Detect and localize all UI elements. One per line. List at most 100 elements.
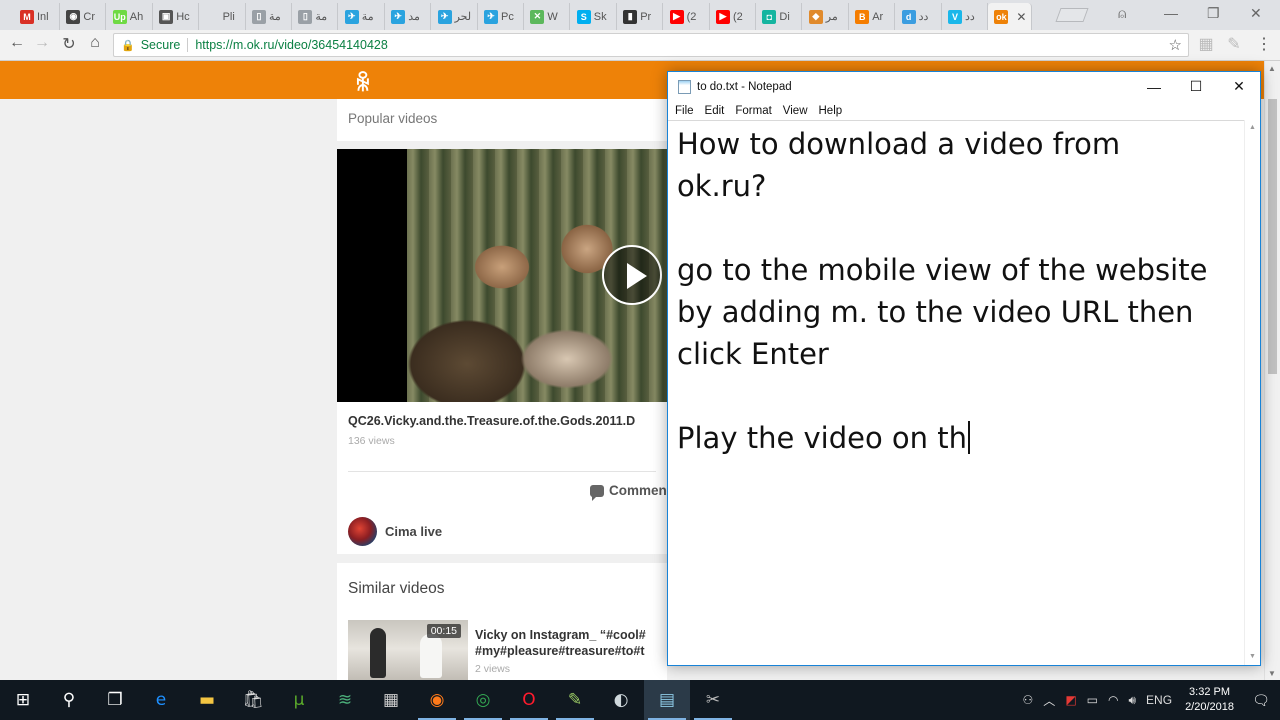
browser-tab[interactable]: ✈ لحر	[432, 3, 478, 30]
taskbar-media-app[interactable]: ◐	[598, 680, 644, 720]
back-arrow-icon[interactable]: ←	[7, 34, 27, 52]
browser-tab[interactable]: ✕ W	[524, 3, 571, 30]
menu-item-file[interactable]: File	[675, 105, 694, 117]
bookmark-star-icon[interactable]: ☆	[1169, 36, 1182, 54]
menu-item-edit[interactable]: Edit	[705, 105, 725, 117]
minimize-icon[interactable]: —	[1132, 72, 1176, 101]
browser-tab[interactable]: ▶ (2	[710, 3, 756, 30]
menu-item-format[interactable]: Format	[735, 105, 771, 117]
volume-icon[interactable]: 🔊︎	[1128, 693, 1136, 708]
browser-tab[interactable]: ◆ مر	[803, 3, 849, 30]
antivirus-icon[interactable]: ◩	[1065, 693, 1076, 707]
clock[interactable]: 3:32 PM 2/20/2018	[1185, 685, 1234, 715]
similar-video-thumbnail[interactable]: 00:15	[348, 620, 468, 684]
taskbar-firefox[interactable]: ◉	[414, 680, 460, 720]
taskbar-utorrent[interactable]: µ	[276, 680, 322, 720]
scrollbar-thumb[interactable]	[1268, 99, 1277, 374]
tab-label: مة	[269, 11, 281, 23]
browser-tab[interactable]: ◉ Cr	[60, 3, 107, 30]
video-title[interactable]: QC26.Vicky.and.the.Treasure.of.the.Gods.…	[348, 414, 668, 428]
divider	[348, 471, 656, 472]
browser-tab[interactable]: S Sk	[571, 3, 617, 30]
scroll-down-arrow-icon[interactable]: ▼	[1249, 653, 1256, 660]
browser-tab[interactable]: ◘ Di	[756, 3, 803, 30]
new-tab-button[interactable]	[1055, 8, 1089, 22]
taskbar-task-view-button[interactable]: ❐	[92, 680, 138, 720]
notepad-icon	[678, 79, 691, 94]
browser-tab-strip: M Inl ◉ Cr Up Ah ▣ Hc Pli ▯ مة ▯ مة ✈ مة ✈ مد ✈ لحر ✈ Pc ✕ W S S…	[0, 0, 1280, 30]
battery-icon[interactable]: ▭	[1087, 693, 1098, 707]
browser-tab[interactable]: ▮ Pr	[617, 3, 664, 30]
notepad-title-bar[interactable]: to do.txt - Notepad — ☐ ✕	[668, 72, 1260, 101]
notepad-text-area[interactable]: How to download a video from ok.ru? go to …	[668, 120, 1244, 665]
people-icon[interactable]: ⚇	[1023, 693, 1034, 707]
forward-arrow-icon[interactable]: →	[32, 34, 52, 52]
scroll-down-arrow-icon[interactable]: ▼	[1268, 669, 1276, 678]
telegram-icon: ✈	[437, 9, 452, 24]
chrome-menu-icon[interactable]: ⋮	[1254, 34, 1274, 54]
url-text[interactable]: https://m.ok.ru/video/36454140428	[195, 38, 388, 52]
scroll-up-arrow-icon[interactable]: ▲	[1268, 64, 1276, 73]
taskbar-opera[interactable]: O	[506, 680, 552, 720]
taskbar-search-button[interactable]: ⚲	[46, 680, 92, 720]
close-icon[interactable]: ✕	[1217, 72, 1261, 101]
channel-name[interactable]: Cima live	[385, 524, 442, 539]
notification-icon[interactable]: 🗨︎	[1242, 680, 1280, 720]
layers-app-icon: ≋	[337, 690, 353, 710]
page-scrollbar[interactable]: ▲ ▼	[1264, 61, 1280, 684]
video-player[interactable]	[337, 149, 667, 402]
minimize-icon[interactable]: —	[1164, 5, 1178, 21]
extension-icon[interactable]: ▦	[1196, 34, 1216, 54]
address-bar[interactable]: 🔒 Secure https://m.ok.ru/video/364541404…	[113, 33, 1189, 57]
browser-tab[interactable]: ok ✕	[988, 3, 1033, 30]
menu-item-help[interactable]: Help	[819, 105, 843, 117]
comments-button[interactable]: Commen	[590, 483, 667, 501]
taskbar-start-button[interactable]: ⊞	[0, 680, 46, 720]
scroll-up-arrow-icon[interactable]: ▲	[1249, 124, 1256, 131]
comments-label: Commen	[609, 483, 667, 498]
channel-avatar[interactable]	[348, 517, 377, 546]
browser-tab[interactable]: V دد	[942, 3, 988, 30]
popular-videos-heading: Popular videos	[348, 111, 438, 126]
taskbar-store[interactable]: 🛍︎	[230, 680, 276, 720]
browser-tab[interactable]: ✈ مد	[385, 3, 432, 30]
play-icon[interactable]	[602, 245, 662, 305]
reload-icon[interactable]: ↻	[59, 34, 79, 54]
browser-tab[interactable]: B Ar	[849, 3, 896, 30]
taskbar-edge-browser[interactable]: e	[138, 680, 184, 720]
browser-tab[interactable]: d دد	[896, 3, 942, 30]
browser-tab[interactable]: ▶ (2	[664, 3, 710, 30]
pen-extension-icon[interactable]: ✎	[1224, 34, 1244, 54]
taskbar-chrome[interactable]: ◎	[460, 680, 506, 720]
browser-tab[interactable]: ✈ مة	[339, 3, 385, 30]
close-tab-icon[interactable]: ✕	[1016, 10, 1026, 24]
show-hidden-icons-icon[interactable]: ︿	[1043, 692, 1055, 709]
browser-tab[interactable]: Pli	[200, 3, 246, 30]
menu-item-view[interactable]: View	[783, 105, 808, 117]
browser-tab[interactable]: Up Ah	[107, 3, 153, 30]
home-icon[interactable]: ⌂	[85, 34, 105, 52]
language-indicator[interactable]: ENG	[1146, 693, 1172, 707]
browser-tab[interactable]: ▯ مة	[292, 3, 339, 30]
restore-icon[interactable]: ❐	[1207, 5, 1220, 22]
notepad-text[interactable]: How to download a video from ok.ru? go to …	[677, 123, 1247, 459]
taskbar-notepad-plus[interactable]: ✎	[552, 680, 598, 720]
browser-tab[interactable]: ✈ Pc	[478, 3, 524, 30]
taskbar-snipping-tool[interactable]: ✂	[690, 680, 736, 720]
browser-tab[interactable]: ▯ مة	[246, 3, 292, 30]
notepad-scrollbar[interactable]: ▲ ▼	[1244, 120, 1260, 665]
wifi-icon[interactable]: ◠	[1108, 693, 1118, 707]
taskbar-notepad[interactable]: ▤	[644, 680, 690, 720]
browser-tab[interactable]: ▣ Hc	[153, 3, 200, 30]
similar-video-title[interactable]: Vicky on Instagram_ “#cool# #my#pleasure…	[475, 627, 675, 659]
browser-tab[interactable]: M Inl	[14, 3, 60, 30]
ok-ru-icon: ok	[994, 9, 1009, 24]
close-icon[interactable]: ✕	[1250, 5, 1262, 22]
taskbar-layers-app[interactable]: ≋	[322, 680, 368, 720]
maximize-icon[interactable]: ☐	[1174, 72, 1218, 101]
okru-logo-icon[interactable]: ꆜ	[352, 68, 374, 96]
taskbar-calculator[interactable]: ▦	[368, 680, 414, 720]
profile-icon[interactable]: ⍝	[1118, 5, 1126, 22]
taskbar-file-explorer[interactable]: ▬	[184, 680, 230, 720]
text-caret	[968, 421, 970, 454]
